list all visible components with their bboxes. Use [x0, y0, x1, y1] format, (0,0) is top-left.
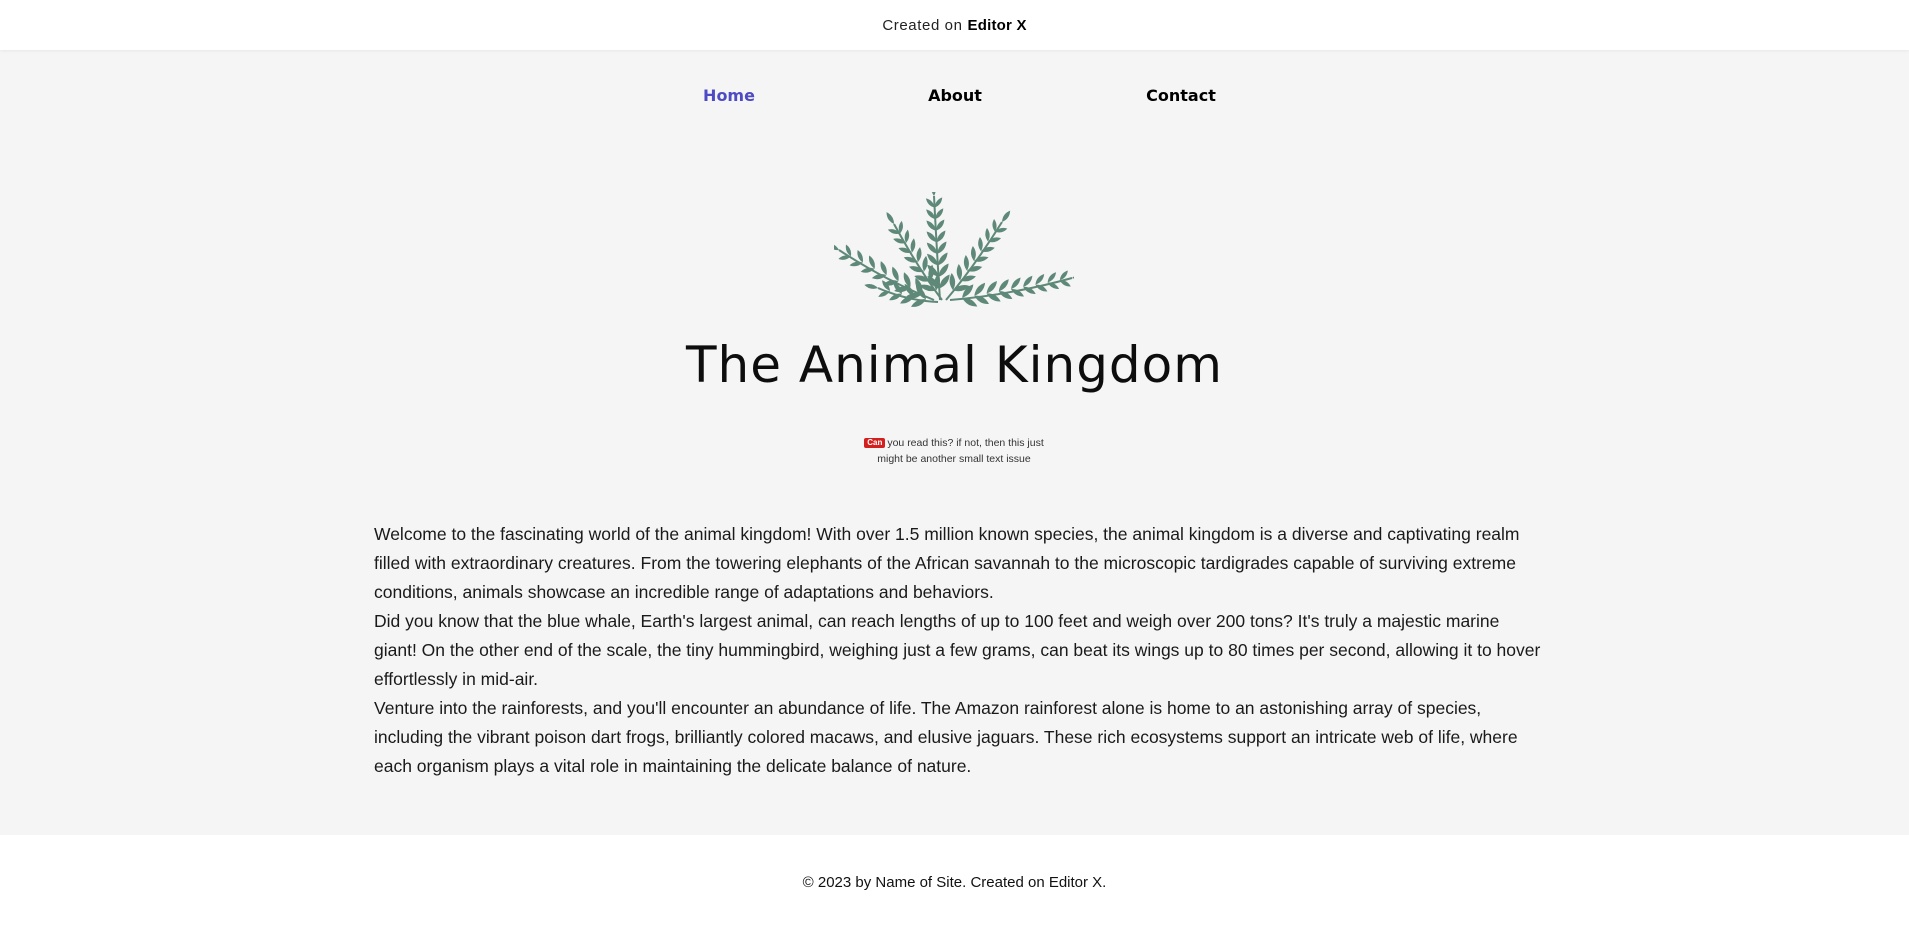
small-text-body: you read this? if not, then this just mi…	[877, 437, 1044, 465]
leaf-branches-icon	[826, 182, 1086, 308]
editor-x-banner[interactable]: Created on Editor X	[0, 0, 1909, 50]
nav-about[interactable]: About	[928, 86, 982, 105]
nav-home[interactable]: Home	[703, 86, 755, 105]
page-title: The Animal Kingdom	[686, 336, 1223, 394]
paragraph-rainforest: Venture into the rainforests, and you'll…	[374, 698, 1518, 776]
banner-prefix: Created on	[882, 16, 963, 34]
main-nav: Home About Contact	[0, 86, 1909, 114]
paragraph-intro: Welcome to the fascinating world of the …	[374, 524, 1520, 602]
small-text-note: Can you read this? if not, then this just…	[864, 435, 1044, 467]
paragraph-whale: Did you know that the blue whale, Earth'…	[374, 611, 1541, 689]
site-footer: © 2023 by Name of Site. Created on Edito…	[0, 835, 1909, 940]
banner-brand[interactable]: Editor X	[968, 17, 1027, 34]
footer-copyright: © 2023 by Name of Site. Created on Edito…	[802, 874, 1107, 891]
nav-contact[interactable]: Contact	[1146, 86, 1216, 105]
intro-text: Welcome to the fascinating world of the …	[374, 520, 1544, 781]
small-text-badge: Can	[864, 438, 886, 449]
